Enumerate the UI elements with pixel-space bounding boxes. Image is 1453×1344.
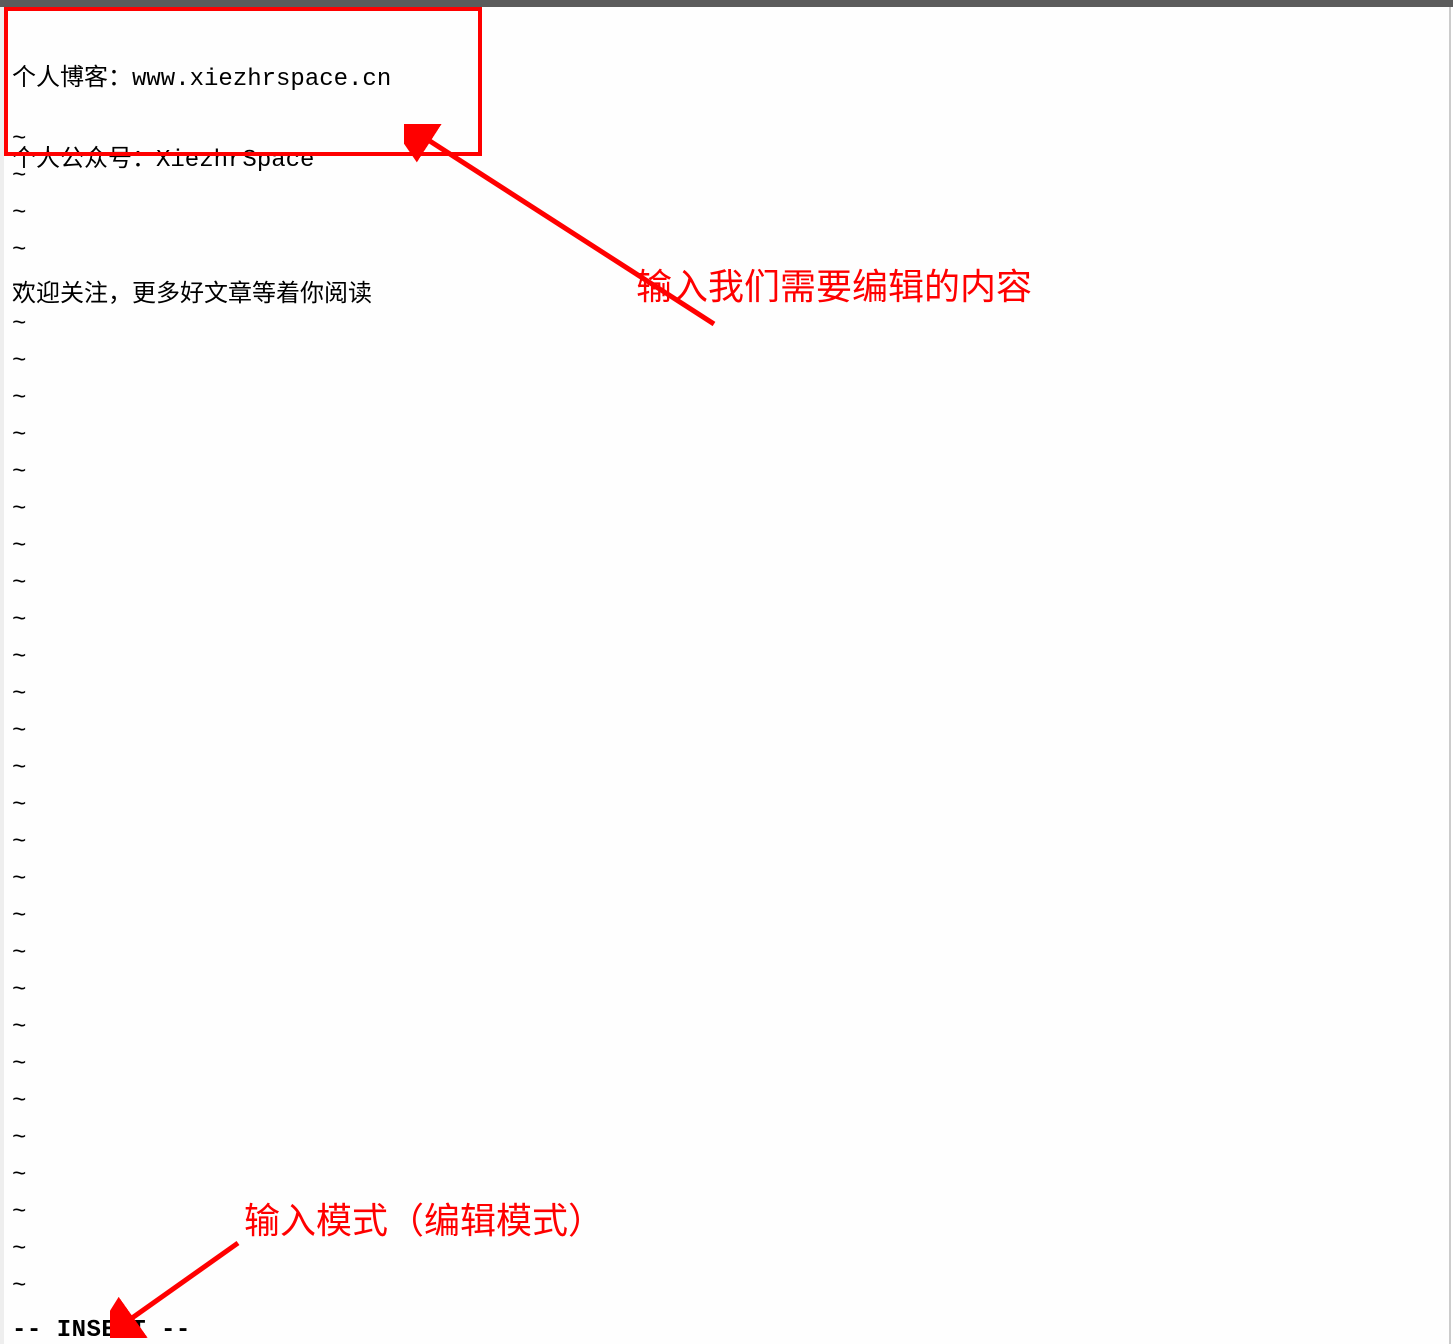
- tilde-line: ~: [12, 972, 26, 1009]
- tilde-line: ~: [12, 1157, 26, 1194]
- tilde-line: ~: [12, 417, 26, 454]
- tilde-line: ~: [12, 158, 26, 195]
- tilde-line: ~: [12, 935, 26, 972]
- tilde-line: ~: [12, 121, 26, 158]
- annotation-mode-label: 输入模式（编辑模式）: [244, 1192, 604, 1244]
- tilde-line: ~: [12, 1194, 26, 1231]
- tilde-line: ~: [12, 454, 26, 491]
- tilde-line: ~: [12, 750, 26, 787]
- tilde-line: ~: [12, 1083, 26, 1120]
- tilde-line: ~: [12, 602, 26, 639]
- tilde-line: ~: [12, 491, 26, 528]
- tilde-line: ~: [12, 676, 26, 713]
- tilde-line: ~: [12, 528, 26, 565]
- tilde-line: ~: [12, 232, 26, 269]
- tilde-line: ~: [12, 861, 26, 898]
- tilde-line: ~: [12, 824, 26, 861]
- editor-content[interactable]: 个人博客：www.xiezhrspace.cn 个人公众号：XiezhrSpac…: [12, 12, 1441, 363]
- tilde-line: ~: [12, 269, 26, 306]
- tilde-line: ~: [12, 1231, 26, 1268]
- tilde-line: ~: [12, 306, 26, 343]
- tilde-line: ~: [12, 380, 26, 417]
- tilde-line: ~: [12, 713, 26, 750]
- title-bar: [0, 0, 1453, 7]
- tilde-line: ~: [12, 343, 26, 380]
- tilde-line: ~: [12, 898, 26, 935]
- tilde-line: ~: [12, 639, 26, 676]
- tilde-line: ~: [12, 1046, 26, 1083]
- content-line: 个人公众号：XiezhrSpace: [12, 147, 1441, 174]
- vim-status-line: -- INSERT --: [12, 1317, 191, 1344]
- annotation-content-label: 输入我们需要编辑的内容: [636, 258, 1032, 310]
- vim-editor[interactable]: 个人博客：www.xiezhrspace.cn 个人公众号：XiezhrSpac…: [4, 7, 1451, 1344]
- content-line: 个人博客：www.xiezhrspace.cn: [12, 66, 1441, 93]
- tilde-line: ~: [12, 787, 26, 824]
- tilde-line: ~: [12, 565, 26, 602]
- tilde-line: ~: [12, 1268, 26, 1305]
- empty-lines: ~~~~~~~~~~~~~~~~~~~~~~~~~~~~~~~~: [12, 121, 26, 1305]
- tilde-line: ~: [12, 195, 26, 232]
- tilde-line: ~: [12, 1120, 26, 1157]
- tilde-line: ~: [12, 1009, 26, 1046]
